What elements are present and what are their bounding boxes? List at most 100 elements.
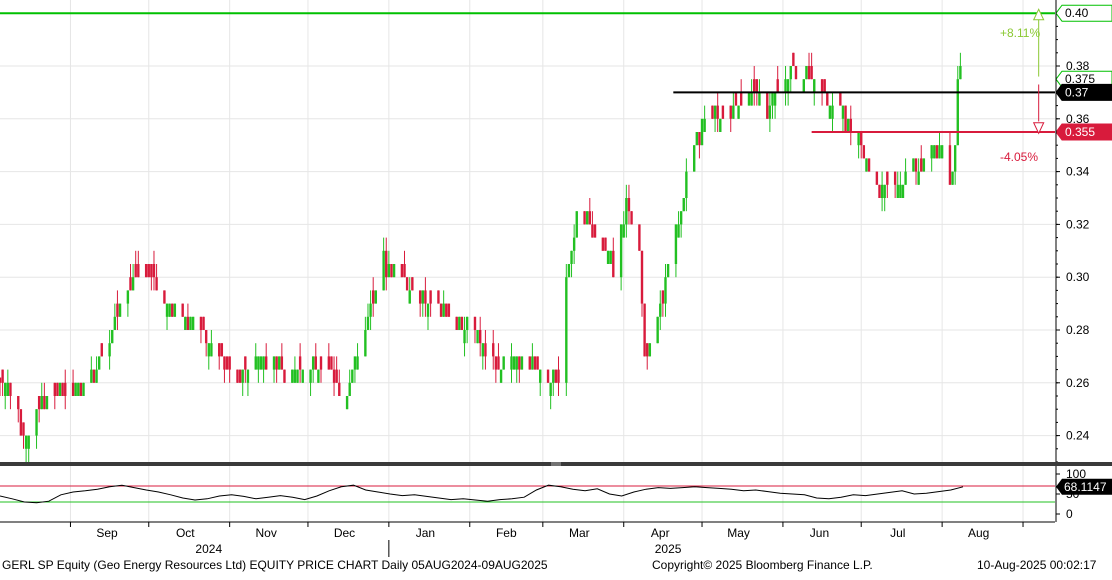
candle-down xyxy=(280,343,284,370)
candle-up xyxy=(356,343,359,370)
candle-down xyxy=(152,250,156,291)
candle-down xyxy=(150,264,153,291)
candle-body xyxy=(442,303,445,317)
candle-body xyxy=(90,369,93,383)
candle-down xyxy=(867,158,871,172)
candle-body xyxy=(648,343,652,357)
y-tick-label: 0.30 xyxy=(1066,270,1090,284)
candle-up xyxy=(126,290,130,317)
candle-body xyxy=(755,79,759,93)
x-month-label: Jan xyxy=(416,526,435,540)
candle-up xyxy=(912,158,915,172)
x-year-label: 2025 xyxy=(655,542,682,556)
candle-body xyxy=(204,330,208,344)
candle-down xyxy=(400,264,404,278)
candle-body xyxy=(786,79,790,93)
candle-down xyxy=(862,145,866,159)
candle-down xyxy=(849,105,852,146)
candle-body xyxy=(625,198,628,225)
candle-body xyxy=(510,356,513,370)
candle-up xyxy=(345,396,349,410)
candle-up xyxy=(685,158,688,212)
candle-body xyxy=(896,184,899,198)
candle-body xyxy=(364,330,367,357)
candle-up xyxy=(465,316,469,344)
candle-body xyxy=(739,92,743,106)
candle-down xyxy=(473,316,477,344)
candle-body xyxy=(392,264,396,278)
footer-copyright: Copyright© 2025 Bloomberg Finance L.P. xyxy=(652,558,873,572)
candle-body xyxy=(58,382,62,396)
candle-down xyxy=(554,369,558,383)
candle-body xyxy=(74,382,77,396)
candle-down xyxy=(244,356,247,383)
candle-body xyxy=(345,396,349,410)
candle-body xyxy=(296,369,299,383)
candle-body xyxy=(627,198,631,212)
support-label-text: 0.355 xyxy=(1065,125,1095,139)
candle-body xyxy=(6,382,10,396)
candle-up xyxy=(552,369,555,396)
candle-body xyxy=(390,264,393,278)
candle-body xyxy=(24,435,28,449)
candle-down xyxy=(283,369,286,383)
candle-body xyxy=(421,290,424,304)
candle-up xyxy=(789,66,792,93)
candle-up xyxy=(392,264,396,278)
candle-body xyxy=(773,92,777,106)
candle-body xyxy=(695,132,699,146)
candle-up xyxy=(442,290,445,317)
candle-body xyxy=(37,396,41,410)
candle-body xyxy=(826,92,829,106)
candle-down xyxy=(604,237,607,251)
candle-up xyxy=(476,330,479,344)
candle-down xyxy=(220,343,224,357)
candle-body xyxy=(455,316,458,330)
candle-down xyxy=(948,132,952,185)
candle-body xyxy=(298,356,302,370)
candle-up xyxy=(207,343,210,370)
candle-up xyxy=(317,369,320,383)
x-year-label: 2024 xyxy=(195,542,222,556)
candle-up xyxy=(4,382,7,410)
candle-up xyxy=(648,343,652,357)
candle-down xyxy=(810,52,813,80)
candle-down xyxy=(9,382,12,410)
candle-body xyxy=(640,250,644,304)
candle-up xyxy=(95,356,98,383)
candle-body xyxy=(768,105,772,119)
candle-body xyxy=(703,118,706,132)
rsi-tick-label: 0 xyxy=(1066,507,1073,521)
rsi-value-text: 68.1147 xyxy=(1064,480,1107,494)
candle-down xyxy=(424,277,427,317)
candle-body xyxy=(865,158,868,172)
candle-down xyxy=(546,369,550,383)
candle-body xyxy=(528,356,531,370)
candle-up xyxy=(933,145,936,159)
candle-up xyxy=(625,184,628,238)
candle-up xyxy=(805,66,808,80)
y-tick-label: 0.34 xyxy=(1066,165,1090,179)
candle-body xyxy=(732,105,735,119)
candle-body xyxy=(933,145,936,159)
candle-body xyxy=(1,369,4,383)
candle-up xyxy=(254,343,257,370)
candle-up xyxy=(585,211,589,225)
candle-body xyxy=(875,171,879,185)
candle-body xyxy=(280,356,284,370)
candle-down xyxy=(638,224,641,251)
candle-down xyxy=(920,145,923,172)
candle-body xyxy=(0,377,2,383)
candle-body xyxy=(319,356,323,370)
candle-body xyxy=(152,264,156,278)
candle-body xyxy=(241,369,244,383)
candle-body xyxy=(92,369,96,383)
candle-body xyxy=(408,290,411,304)
candle-down xyxy=(338,369,341,396)
candle-body xyxy=(711,105,714,119)
candle-up xyxy=(58,382,62,396)
candle-down xyxy=(298,343,302,383)
chart-canvas: 0.240.260.280.300.320.340.360.38+8.11%-4… xyxy=(0,0,1112,557)
candle-body xyxy=(225,356,229,370)
candle-body xyxy=(737,105,740,119)
